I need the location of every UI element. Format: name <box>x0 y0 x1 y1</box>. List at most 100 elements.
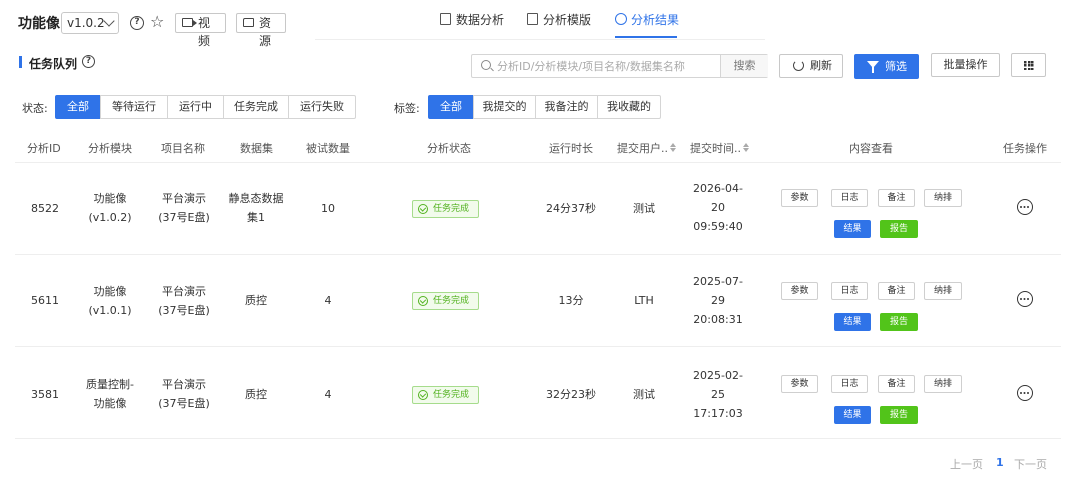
status-option-running[interactable]: 运行中 <box>167 95 224 119</box>
cell-time-line: 2025-02- <box>693 369 743 382</box>
refresh-button[interactable]: 刷新 <box>779 54 843 78</box>
column-settings-button[interactable] <box>1011 53 1046 77</box>
status-option-completed[interactable]: 任务完成 <box>223 95 289 119</box>
cell-module-line: 功能像 <box>93 192 127 205</box>
params-button[interactable]: 参数 <box>781 282 818 300</box>
status-badge: 任务完成 <box>412 200 479 218</box>
result-button[interactable]: 结果 <box>834 313 871 331</box>
result-button[interactable]: 结果 <box>834 220 871 238</box>
more-options-icon[interactable] <box>1017 199 1033 215</box>
top-bar: 功能像 v1.0.2 ? ☆ 视频 资源 数据分析 分析模版 分析结果 <box>0 0 1080 48</box>
next-page-link[interactable]: 下一页 <box>1014 456 1047 472</box>
search-icon <box>481 60 491 70</box>
tab-analysis-template[interactable]: 分析模版 <box>527 12 615 38</box>
tag-option-all[interactable]: 全部 <box>428 95 474 119</box>
section-help-icon[interactable]: ? <box>82 55 95 68</box>
filter-label: 筛选 <box>885 60 907 73</box>
rank-button[interactable]: 纳排 <box>924 375 962 393</box>
tab-data-analysis[interactable]: 数据分析 <box>440 12 526 38</box>
clock-icon <box>615 13 627 25</box>
version-value: v1.0.2 <box>67 16 105 30</box>
header-time[interactable]: 提交时间.. <box>690 140 749 156</box>
document-icon <box>527 13 538 25</box>
status-badge-label: 任务完成 <box>433 390 470 400</box>
tab-analysis-result[interactable]: 分析结果 <box>615 12 685 38</box>
version-select[interactable]: v1.0.2 <box>61 12 119 34</box>
header-user[interactable]: 提交用户.. <box>617 140 676 156</box>
cell-project-line: 平台演示 <box>162 378 206 391</box>
chevron-down-icon <box>103 15 115 27</box>
header-module: 分析模块 <box>88 142 132 155</box>
folder-icon <box>243 18 254 27</box>
result-button[interactable]: 结果 <box>834 406 871 424</box>
params-button[interactable]: 参数 <box>781 189 818 207</box>
cell-time-line: 09:59:40 <box>693 220 743 233</box>
active-tab-indicator <box>615 36 677 38</box>
app-title: 功能像 <box>18 16 60 32</box>
cell-module-line: (v1.0.1) <box>88 304 132 317</box>
refresh-label: 刷新 <box>810 59 832 72</box>
help-icon[interactable]: ? <box>130 16 144 30</box>
cell-module-line: 质量控制- <box>86 378 134 391</box>
sort-icon <box>670 143 676 153</box>
table-row: 8522 功能像 (v1.0.2) 平台演示 (37号E盘) 静息态数据 集1 … <box>0 163 1080 255</box>
cell-time-line: 20 <box>711 201 725 214</box>
report-button[interactable]: 报告 <box>880 313 918 331</box>
report-button[interactable]: 报告 <box>880 406 918 424</box>
filter-button[interactable]: 筛选 <box>854 54 919 79</box>
cell-subjects: 4 <box>324 388 332 401</box>
cell-time-line: 29 <box>711 294 725 307</box>
status-option-all[interactable]: 全部 <box>55 95 101 119</box>
star-icon[interactable]: ☆ <box>150 12 164 32</box>
rank-button[interactable]: 纳排 <box>924 282 962 300</box>
cell-project-line: 平台演示 <box>162 285 206 298</box>
cell-dataset: 质控 <box>224 385 288 404</box>
status-option-waiting[interactable]: 等待运行 <box>100 95 168 119</box>
video-button[interactable]: 视频 <box>175 13 226 48</box>
cell-id: 3581 <box>31 388 59 401</box>
row-divider <box>15 438 1061 439</box>
tag-option-submitted[interactable]: 我提交的 <box>473 95 536 119</box>
cell-module: 功能像 (v1.0.2) <box>82 189 138 227</box>
batch-operation-button[interactable]: 批量操作 <box>931 53 1000 77</box>
tab-label: 数据分析 <box>456 13 505 27</box>
log-button[interactable]: 日志 <box>831 375 868 393</box>
edit-icon <box>440 13 451 25</box>
search-input[interactable] <box>497 55 719 77</box>
cell-dataset-line: 质控 <box>245 294 267 307</box>
cell-dataset-line: 质控 <box>245 388 267 401</box>
cell-duration: 24分37秒 <box>546 202 596 215</box>
params-button[interactable]: 参数 <box>781 375 818 393</box>
prev-page-link[interactable]: 上一页 <box>950 456 983 472</box>
log-button[interactable]: 日志 <box>831 282 868 300</box>
status-badge: 任务完成 <box>412 386 479 404</box>
cell-time: 2025-07- 29 20:08:31 <box>686 272 750 329</box>
resource-button[interactable]: 资源 <box>236 13 286 48</box>
tag-option-noted[interactable]: 我备注的 <box>535 95 598 119</box>
search-box: 搜索 <box>471 54 768 78</box>
status-badge-label: 任务完成 <box>433 204 470 214</box>
cell-project: 平台演示 (37号E盘) <box>154 282 214 320</box>
grid-icon <box>1024 61 1034 70</box>
report-button[interactable]: 报告 <box>880 220 918 238</box>
current-page[interactable]: 1 <box>996 456 1004 469</box>
tab-label: 分析模版 <box>543 13 592 27</box>
search-button[interactable]: 搜索 <box>720 55 768 77</box>
check-circle-icon <box>418 390 428 400</box>
note-button[interactable]: 备注 <box>878 282 915 300</box>
more-options-icon[interactable] <box>1017 291 1033 307</box>
status-option-failed[interactable]: 运行失败 <box>288 95 356 119</box>
cell-project-line: (37号E盘) <box>158 304 210 317</box>
rank-button[interactable]: 纳排 <box>924 189 962 207</box>
header-ops: 任务操作 <box>1003 142 1047 155</box>
more-options-icon[interactable] <box>1017 385 1033 401</box>
header-duration: 运行时长 <box>549 142 593 155</box>
cell-user: LTH <box>634 294 654 307</box>
log-button[interactable]: 日志 <box>831 189 868 207</box>
filter-icon <box>867 61 879 73</box>
tag-option-favorited[interactable]: 我收藏的 <box>597 95 661 119</box>
video-icon <box>182 18 197 27</box>
note-button[interactable]: 备注 <box>878 375 915 393</box>
note-button[interactable]: 备注 <box>878 189 915 207</box>
check-circle-icon <box>418 296 428 306</box>
